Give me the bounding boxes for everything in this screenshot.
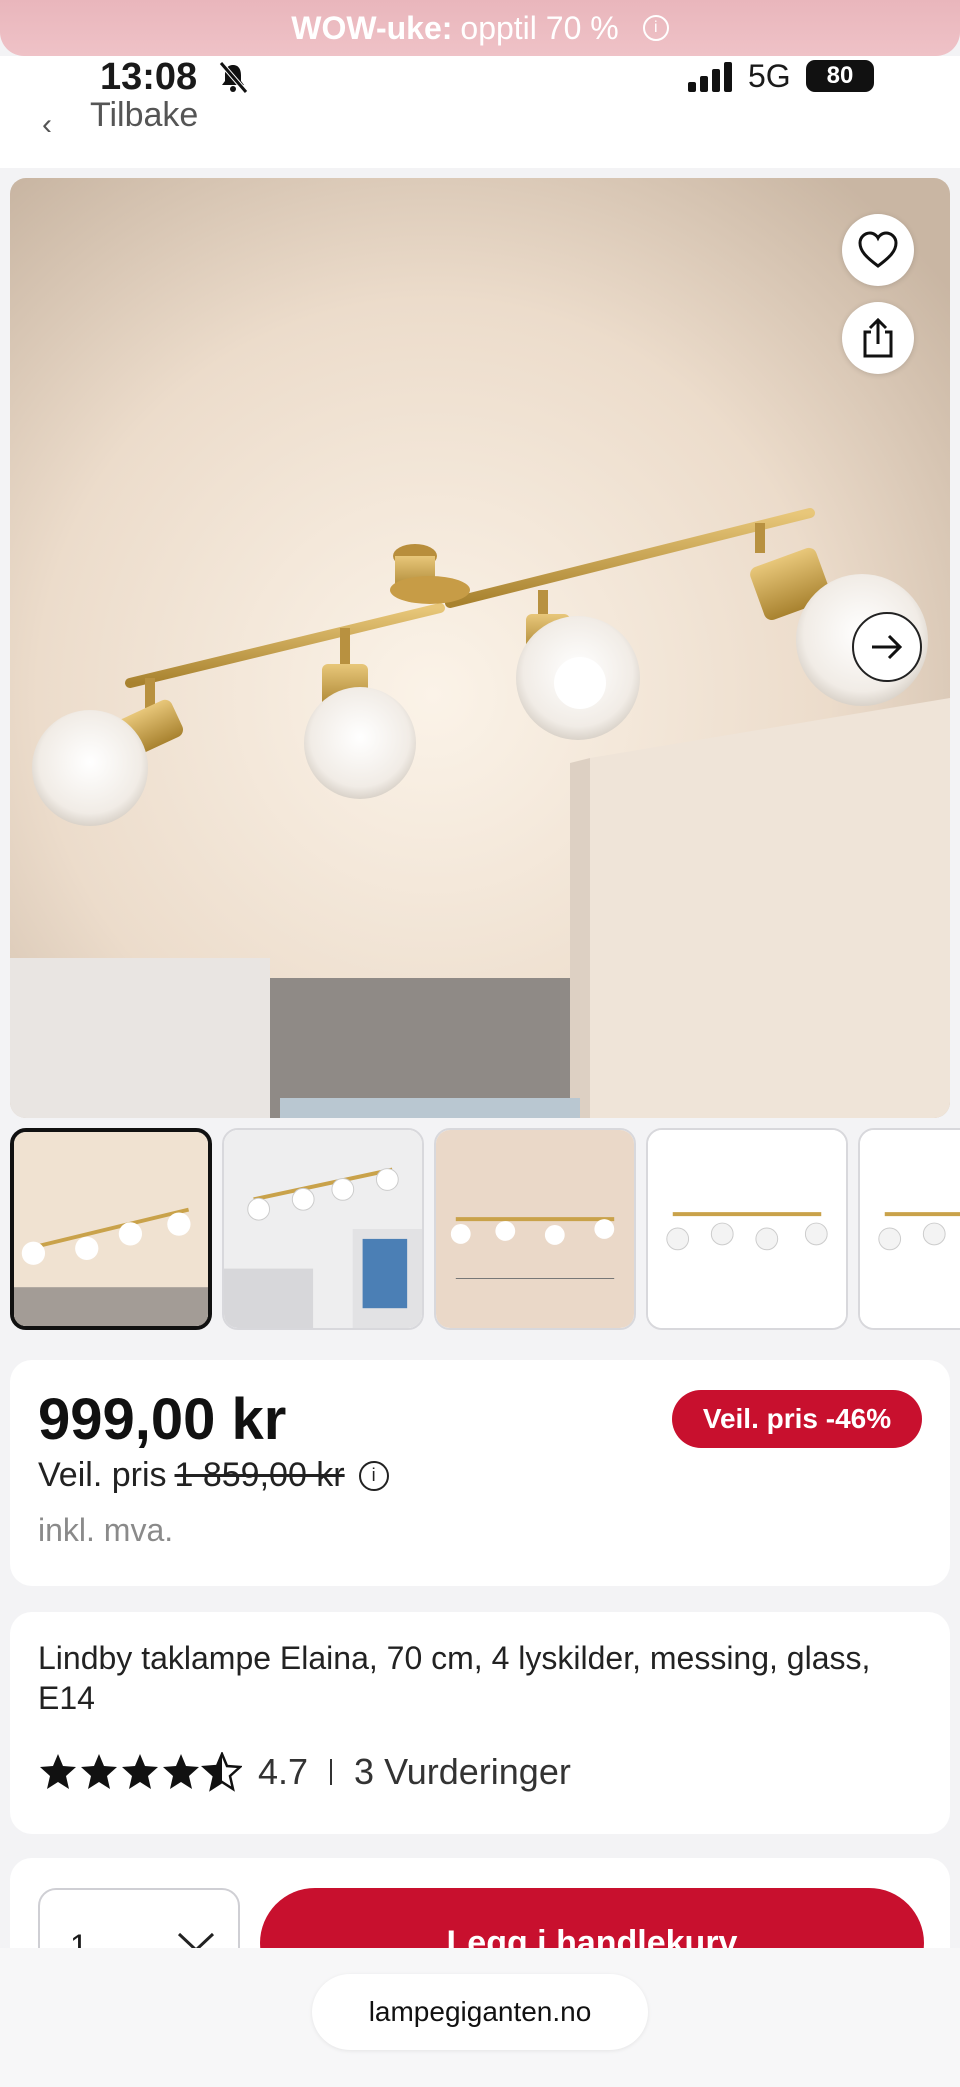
price-card: 999,00 kr Veil. pris -46% Veil. pris 1 8… [10, 1360, 950, 1586]
divider [330, 1759, 333, 1785]
thumbnail-3[interactable] [434, 1128, 636, 1330]
star-rating-icon [40, 1752, 242, 1791]
clock: 13:08 [100, 56, 198, 98]
thumbnail-1[interactable] [10, 1128, 212, 1330]
thumbnail-strip[interactable] [10, 1128, 960, 1332]
rating-value: 4.7 [258, 1751, 309, 1792]
product-image[interactable] [10, 178, 950, 1118]
vat-note: inkl. mva. [38, 1512, 174, 1548]
thumbnail-4[interactable] [646, 1128, 848, 1330]
thumbnail-image [436, 1130, 634, 1328]
thumbnail-image [648, 1130, 846, 1328]
battery-level: 80 [826, 62, 854, 89]
promo-text: opptil 70 % [460, 9, 619, 46]
network-type: 5G [748, 58, 791, 94]
info-icon[interactable]: i [358, 1460, 389, 1491]
next-image-button[interactable] [852, 612, 922, 682]
discount-badge: Veil. pris -46% [672, 1390, 922, 1448]
reference-price: Veil. pris 1 859,00 kr i [38, 1456, 389, 1495]
review-count[interactable]: 3 Vurderinger [354, 1751, 571, 1793]
top-nav: ‹ Tilbake [0, 96, 960, 168]
thumbnail-image [14, 1132, 208, 1326]
ceiling-lamp-photo [10, 178, 950, 1118]
chevron-left-icon[interactable]: ‹ [42, 108, 52, 142]
reference-price-label: Veil. pris [38, 1456, 167, 1494]
rating-row[interactable]: 4.7 3 Vurderinger [38, 1746, 571, 1798]
address-bar[interactable]: lampegiganten.no [312, 1974, 648, 2050]
bell-muted-icon [219, 61, 248, 94]
browser-bottom-bar: lampegiganten.no [0, 1948, 960, 2087]
old-price: 1 859,00 kr [174, 1456, 345, 1494]
signal-icon [688, 62, 732, 92]
thumbnail-image [860, 1130, 960, 1328]
status-bar: 13:08 5G 80 [0, 56, 960, 98]
share-icon [863, 318, 893, 358]
info-icon[interactable]: i [642, 15, 669, 41]
product-title: Lindby taklampe Elaina, 70 cm, 4 lyskild… [38, 1640, 871, 1716]
favorite-button[interactable] [842, 214, 914, 286]
arrow-right-icon [872, 634, 903, 660]
back-button[interactable]: Tilbake [90, 96, 198, 135]
promo-title: WOW-uke: [291, 9, 453, 46]
price: 999,00 kr [38, 1387, 287, 1452]
share-button[interactable] [842, 302, 914, 374]
thumbnail-2[interactable] [222, 1128, 424, 1330]
battery-icon: 80 [806, 60, 874, 92]
thumbnail-image [224, 1130, 422, 1328]
product-info-card: Lindby taklampe Elaina, 70 cm, 4 lyskild… [10, 1612, 950, 1834]
promo-banner[interactable]: WOW-uke: opptil 70 % i [0, 0, 960, 56]
thumbnail-5[interactable] [858, 1128, 960, 1330]
heart-icon [858, 231, 898, 268]
